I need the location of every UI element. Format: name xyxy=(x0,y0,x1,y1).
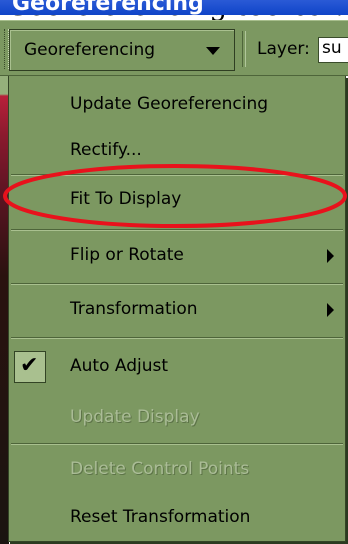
georeferencing-menu-label: Georeferencing xyxy=(24,40,156,60)
menu-separator xyxy=(11,174,343,176)
submenu-arrow-icon xyxy=(327,303,334,317)
menu-item-label: Flip or Rotate xyxy=(70,245,184,265)
menu-item-auto-adjust[interactable]: ✔ Auto Adjust xyxy=(9,341,345,393)
menu-item-label: Auto Adjust xyxy=(70,356,169,376)
menu-item-fit-to-display[interactable]: Fit To Display xyxy=(9,178,345,224)
checkmark-icon: ✔ xyxy=(20,353,39,378)
toolbar-separator xyxy=(242,31,246,67)
georeferencing-toolbar: Georeferencing Layer: su xyxy=(0,20,348,76)
menu-item-label: Fit To Display xyxy=(70,189,182,209)
layer-label: Layer: xyxy=(257,39,310,59)
menu-item-label: Reset Transformation xyxy=(70,507,251,527)
layer-select[interactable]: su xyxy=(318,37,348,63)
menu-item-transformation[interactable]: Transformation xyxy=(9,287,345,335)
menu-item-label: Transformation xyxy=(70,299,198,319)
menu-item-update-georeferencing[interactable]: Update Georeferencing xyxy=(9,82,345,126)
menu-item-rectify[interactable]: Rectify... xyxy=(9,128,345,172)
menu-separator xyxy=(11,337,343,339)
submenu-arrow-icon xyxy=(327,249,334,263)
dropdown-arrow-icon xyxy=(206,47,220,55)
menu-item-label: Rectify... xyxy=(70,140,142,160)
menu-item-flip-or-rotate[interactable]: Flip or Rotate xyxy=(9,233,345,281)
menu-item-label: Update Display xyxy=(70,407,200,427)
menu-item-label: Update Georeferencing xyxy=(70,94,269,114)
menu-item-reset-transformation[interactable]: Reset Transformation xyxy=(9,495,345,539)
menu-separator xyxy=(11,443,343,445)
window-title: Georeferencing xyxy=(12,0,204,15)
georeferencing-dropdown-menu: Update Georeferencing Rectify... Fit To … xyxy=(8,76,346,542)
menu-item-delete-control-points: Delete Control Points xyxy=(9,447,345,493)
georeferencing-menu-button[interactable]: Georeferencing xyxy=(9,29,235,71)
window-titlebar: Georeferencing xyxy=(0,0,348,15)
menu-item-update-display: Update Display xyxy=(9,395,345,441)
menu-separator xyxy=(11,283,343,285)
auto-adjust-checkbox[interactable]: ✔ xyxy=(14,351,46,383)
menu-item-label: Delete Control Points xyxy=(70,459,250,479)
menu-separator xyxy=(11,229,343,231)
